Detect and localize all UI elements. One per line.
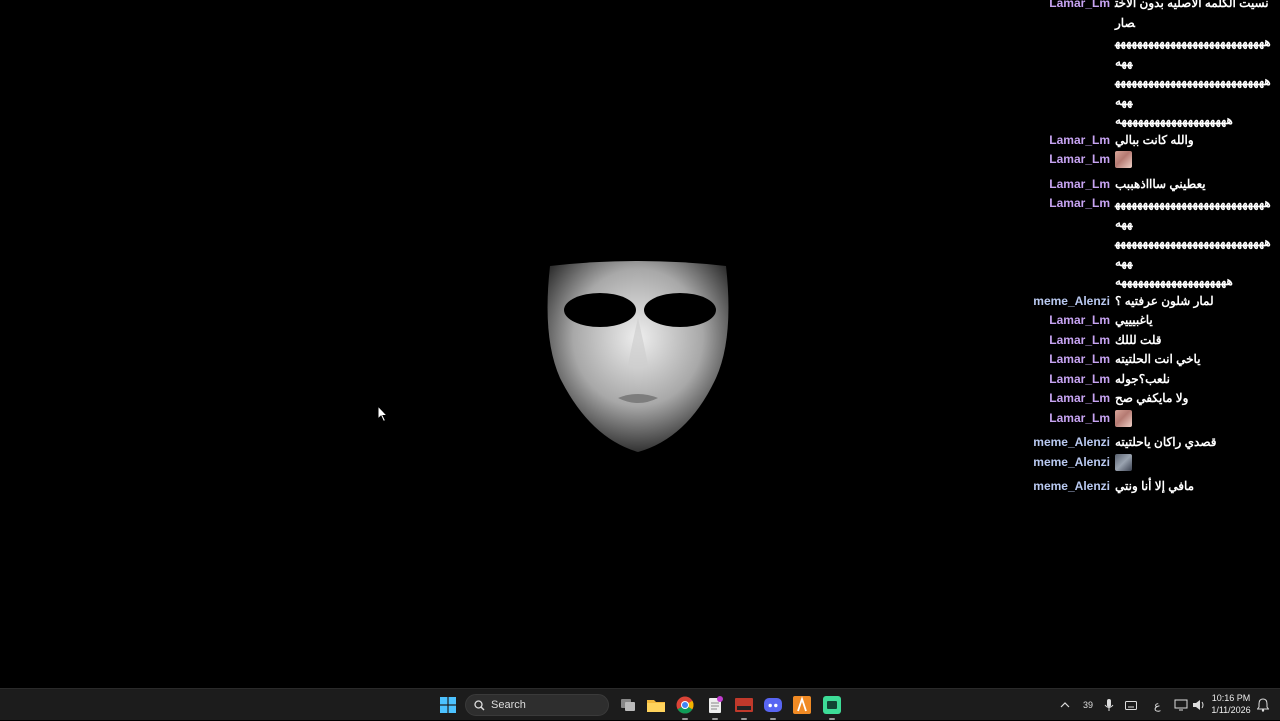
chat-message: Lamar_Lm ياخي انت الحلتيته bbox=[1000, 350, 1280, 370]
chat-text: ههههههههههههههههههههههههههههههه bbox=[1115, 35, 1271, 69]
chat-username: Lamar_Lm bbox=[1049, 196, 1110, 210]
chat-text: نسيت الكلمه الاصليه بدون الاختصار bbox=[1115, 0, 1269, 30]
tray-badge-count[interactable]: 39 bbox=[1083, 689, 1093, 721]
chat-text: ياخي انت الحلتيته bbox=[1115, 352, 1201, 366]
chat-message: Lamar_Lm bbox=[1000, 150, 1280, 175]
chat-username: Lamar_Lm bbox=[1049, 152, 1110, 166]
chevron-up-icon[interactable] bbox=[1060, 689, 1070, 721]
chat-username: Lamar_Lm bbox=[1049, 313, 1110, 327]
chat-overlay: Lamar_Lm نسيت الكلمه الاصليه بدون الاختصا… bbox=[1000, 0, 1280, 497]
chat-text: يعطيني ساااذهببب bbox=[1115, 176, 1206, 191]
chat-username: Lamar_Lm bbox=[1049, 0, 1110, 10]
chat-message: Lamar_Lm يعطيني ساااذهببب bbox=[1000, 175, 1280, 195]
chat-text: نلعب؟جوله bbox=[1115, 371, 1170, 386]
chat-message: Lamar_Lm ولا مايكفي صح bbox=[1000, 389, 1280, 409]
taskbar-search-box[interactable]: Search bbox=[465, 694, 609, 716]
mouse-pointer-icon bbox=[377, 405, 389, 423]
chat-message: ههههههههههههههههههههه bbox=[1000, 111, 1280, 131]
ableton-icon[interactable] bbox=[791, 694, 813, 716]
chat-username: Lamar_Lm bbox=[1049, 352, 1110, 366]
emote-icon bbox=[1115, 453, 1132, 471]
emote-icon bbox=[1115, 409, 1132, 427]
chat-message: meme_Alenzi قصدي راكان ياحلتيته bbox=[1000, 433, 1280, 453]
clock-time: 10:16 PM bbox=[1211, 693, 1251, 703]
file-explorer-icon[interactable] bbox=[645, 694, 667, 716]
taskbar: Search 39 ع 10:16 PM 1/11/2026 bbox=[0, 688, 1280, 720]
chat-message: Lamar_Lm bbox=[1000, 409, 1280, 434]
chat-text bbox=[1115, 150, 1271, 175]
chat-message: Lamar_Lm ياغبيييي bbox=[1000, 311, 1280, 331]
windows-start-icon[interactable] bbox=[437, 694, 459, 716]
discord-icon[interactable] bbox=[762, 694, 784, 720]
chat-message: meme_Alenzi مافي إلا أنا ونتي bbox=[1000, 477, 1280, 497]
chat-message: meme_Alenzi bbox=[1000, 453, 1280, 478]
search-icon bbox=[474, 699, 485, 710]
chat-text: ههههههههههههههههههههه bbox=[1115, 274, 1233, 288]
chat-text: ههههههههههههههههههههههههههههههه bbox=[1115, 196, 1271, 230]
system-clock[interactable]: 10:16 PM 1/11/2026 bbox=[1208, 692, 1254, 716]
chat-message: Lamar_Lm والله كانت ببالي bbox=[1000, 131, 1280, 151]
chat-username: Lamar_Lm bbox=[1049, 176, 1110, 191]
keyboard-icon[interactable] bbox=[1125, 689, 1137, 721]
obs-app-icon[interactable] bbox=[821, 694, 843, 720]
chat-text: ولا مايكفي صح bbox=[1115, 391, 1189, 405]
volume-icon[interactable] bbox=[1192, 689, 1206, 721]
chat-message: Lamar_Lm نلعب؟جوله bbox=[1000, 370, 1280, 390]
chat-text: قلت لللك bbox=[1115, 332, 1162, 347]
chat-message: ههههههههههههههههههههههههههههههه bbox=[1000, 33, 1280, 72]
chat-text: ههههههههههههههههههههه bbox=[1115, 113, 1233, 127]
chat-message: Lamar_Lm قلت لللك bbox=[1000, 331, 1280, 351]
white-mask-image bbox=[547, 261, 729, 452]
chat-message: Lamar_Lm ههههههههههههههههههههههههههههههه bbox=[1000, 194, 1280, 233]
chat-text: مافي إلا أنا ونتي bbox=[1115, 479, 1195, 493]
chrome-icon[interactable] bbox=[674, 694, 696, 720]
chat-text: لمار شلون عرفتيه ؟ bbox=[1115, 293, 1214, 308]
notepad-icon[interactable] bbox=[704, 694, 726, 720]
network-icon[interactable] bbox=[1174, 689, 1188, 721]
chat-message: meme_Alenzi لمار شلون عرفتيه ؟ bbox=[1000, 292, 1280, 312]
chat-text: والله كانت ببالي bbox=[1115, 132, 1194, 147]
microphone-icon[interactable] bbox=[1104, 689, 1114, 721]
chat-text: قصدي راكان ياحلتيته bbox=[1115, 435, 1217, 449]
search-label: Search bbox=[491, 699, 526, 711]
chat-username: meme_Alenzi bbox=[1033, 435, 1110, 449]
clock-date: 1/11/2026 bbox=[1211, 705, 1251, 715]
chat-username: Lamar_Lm bbox=[1049, 371, 1110, 386]
chat-text: ههههههههههههههههههههههههههههههه bbox=[1115, 74, 1271, 108]
chat-username: meme_Alenzi bbox=[1033, 293, 1110, 308]
input-language[interactable]: ع bbox=[1154, 689, 1161, 721]
chat-username: meme_Alenzi bbox=[1033, 479, 1110, 493]
chat-username: Lamar_Lm bbox=[1049, 332, 1110, 347]
emote-icon bbox=[1115, 151, 1132, 168]
notification-bell-icon[interactable] bbox=[1257, 689, 1269, 721]
chat-message: ههههههههههههههههههههه bbox=[1000, 272, 1280, 292]
chat-message: ههههههههههههههههههههههههههههههه bbox=[1000, 72, 1280, 111]
voicemeeter-icon[interactable] bbox=[733, 694, 755, 720]
chat-username: Lamar_Lm bbox=[1049, 391, 1110, 405]
chat-text: ههههههههههههههههههههههههههههههه bbox=[1115, 235, 1271, 269]
chat-text bbox=[1115, 409, 1271, 434]
chat-username: meme_Alenzi bbox=[1033, 454, 1110, 469]
chat-text bbox=[1115, 453, 1271, 478]
chat-username: Lamar_Lm bbox=[1049, 410, 1110, 425]
task-view-icon[interactable] bbox=[617, 694, 639, 716]
chat-message: ههههههههههههههههههههههههههههههه bbox=[1000, 233, 1280, 272]
chat-message: Lamar_Lm نسيت الكلمه الاصليه بدون الاختصا… bbox=[1000, 0, 1280, 33]
chat-username: Lamar_Lm bbox=[1049, 132, 1110, 147]
chat-text: ياغبيييي bbox=[1115, 313, 1153, 327]
